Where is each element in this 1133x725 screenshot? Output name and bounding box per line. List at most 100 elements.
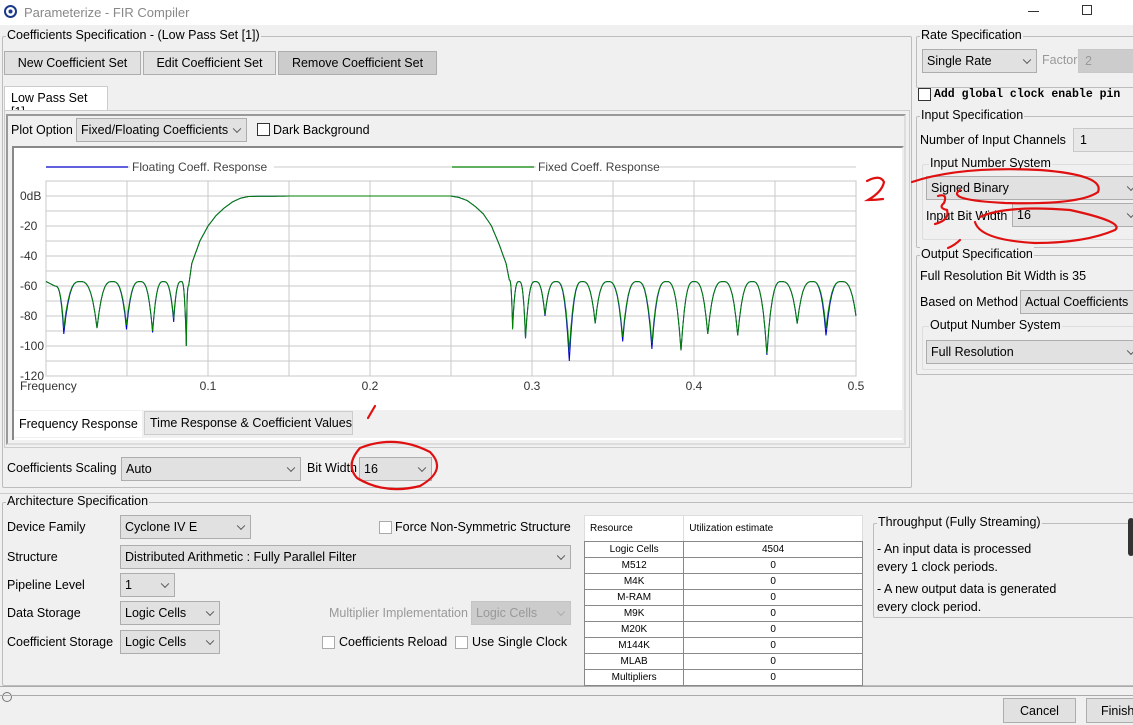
table-header: Resource Utilization estimate: [583, 515, 863, 542]
chevron-down-icon: [1126, 209, 1133, 219]
title-bar: Parameterize - FIR Compiler: [0, 0, 1133, 25]
column-header: Resource: [583, 515, 685, 542]
window-title: Parameterize - FIR Compiler: [24, 5, 190, 20]
utilization-cell: 0: [683, 669, 863, 686]
method-value: Actual Coefficients: [1025, 295, 1129, 309]
utilization-cell: 0: [683, 621, 863, 638]
input-number-system-select[interactable]: Signed Binary: [926, 176, 1133, 200]
method-select[interactable]: Actual Coefficients: [1020, 290, 1133, 314]
pipeline-level-select[interactable]: 1: [120, 573, 175, 597]
finish-button[interactable]: Finish: [1086, 698, 1133, 723]
chevron-down-icon: [1022, 55, 1032, 65]
chevron-down-icon: [236, 521, 246, 531]
data-storage-value: Logic Cells: [125, 606, 187, 620]
resource-cell: MLAB: [583, 653, 685, 670]
minimize-button[interactable]: [1028, 11, 1039, 12]
group-title: Output Number System: [929, 318, 1062, 332]
utilization-cell: 0: [683, 557, 863, 574]
tab-time-response[interactable]: Time Response & Coefficient Values: [144, 411, 353, 435]
structure-label: Structure: [7, 550, 58, 564]
input-bit-width-select[interactable]: 16: [1012, 203, 1133, 227]
clock-enable-checkbox[interactable]: [918, 88, 931, 101]
table-row: M9K 0: [583, 605, 863, 622]
x-tick-label: 0.5: [848, 379, 865, 393]
info-icon: [2, 692, 12, 702]
throughput-line: every clock period.: [877, 600, 982, 614]
structure-select[interactable]: Distributed Arithmetic : Fully Parallel …: [120, 545, 571, 569]
tab-low-pass-set[interactable]: Low Pass Set [1]: [4, 86, 108, 119]
utilization-cell: 0: [683, 573, 863, 590]
factor-input[interactable]: 2: [1078, 49, 1133, 73]
chevron-down-icon: [556, 607, 566, 617]
resource-cell: Logic Cells: [583, 541, 685, 558]
plot-option-value: Fixed/Floating Coefficients: [81, 123, 229, 137]
coefficients-reload-checkbox[interactable]: [322, 636, 335, 649]
group-title: Architecture Specification: [6, 494, 150, 508]
force-non-symmetric-checkbox[interactable]: [379, 521, 392, 534]
legend-label: Floating Coeff. Response: [132, 160, 268, 174]
utilization-cell: 0: [683, 653, 863, 670]
maximize-button[interactable]: [1082, 5, 1092, 15]
pipeline-level-label: Pipeline Level: [7, 578, 85, 592]
clock-enable-label: Add global clock enable pin: [934, 88, 1121, 101]
chevron-down-icon: [1126, 182, 1133, 192]
divider: [0, 695, 1133, 696]
utilization-cell: 0: [683, 589, 863, 606]
y-tick-label: -80: [20, 309, 38, 323]
table-row: M4K 0: [583, 573, 863, 590]
input-number-system-value: Signed Binary: [931, 181, 1009, 195]
use-single-clock-checkbox[interactable]: [455, 636, 468, 649]
x-tick-label: 0.3: [524, 379, 541, 393]
chevron-down-icon: [417, 463, 427, 473]
table-row: M144K 0: [583, 637, 863, 654]
dark-background-checkbox[interactable]: [257, 123, 270, 136]
cancel-button[interactable]: Cancel: [1003, 698, 1076, 723]
output-number-system-select[interactable]: Full Resolution: [926, 340, 1133, 364]
device-family-select[interactable]: Cyclone IV E: [120, 515, 251, 539]
tab-frequency-response[interactable]: Frequency Response: [14, 411, 142, 437]
coefficients-scaling-label: Coefficients Scaling: [7, 461, 117, 475]
pipeline-level-value: 1: [125, 578, 132, 592]
table-row: M512 0: [583, 557, 863, 574]
table-row: Multipliers 0: [583, 669, 863, 686]
input-channels-label: Number of Input Channels: [920, 133, 1066, 147]
divider: [0, 493, 1133, 494]
y-tick-label: -20: [20, 219, 38, 233]
y-tick-label: -40: [20, 249, 38, 263]
dark-background-label: Dark Background: [273, 123, 370, 137]
bit-width-label: Bit Width: [307, 461, 358, 475]
device-family-value: Cyclone IV E: [125, 520, 198, 534]
scrollbar-thumb[interactable]: [1128, 518, 1133, 556]
edit-coefficient-set-button[interactable]: Edit Coefficient Set: [143, 51, 276, 75]
y-tick-label: -60: [20, 279, 38, 293]
chevron-down-icon: [205, 607, 215, 617]
new-coefficient-set-button[interactable]: New Coefficient Set: [4, 51, 141, 75]
table-row: M-RAM 0: [583, 589, 863, 606]
divider: [0, 686, 1133, 687]
utilization-cell: 0: [683, 605, 863, 622]
remove-coefficient-set-button[interactable]: Remove Coefficient Set: [278, 51, 437, 75]
chevron-down-icon: [556, 551, 566, 561]
coefficient-storage-select[interactable]: Logic Cells: [120, 630, 220, 654]
resource-cell: M512: [583, 557, 685, 574]
frequency-response-chart: Floating Coeff. Response Fixed Coeff. Res…: [20, 160, 865, 393]
multiplier-implementation-select[interactable]: Logic Cells: [471, 601, 571, 625]
device-family-label: Device Family: [7, 520, 86, 534]
force-non-symmetric-label: Force Non-Symmetric Structure: [395, 520, 571, 534]
chevron-down-icon: [1126, 346, 1133, 356]
y-tick-label: 0dB: [20, 189, 41, 203]
table-row: M20K 0: [583, 621, 863, 638]
resource-cell: Multipliers: [583, 669, 685, 686]
plot-option-select[interactable]: Fixed/Floating Coefficients: [76, 118, 247, 142]
coefficients-reload-label: Coefficients Reload: [339, 635, 448, 649]
input-channels-input[interactable]: 1: [1073, 128, 1133, 152]
throughput-line: - A new output data is generated: [877, 582, 1057, 596]
bit-width-select[interactable]: 16: [359, 457, 432, 481]
data-storage-select[interactable]: Logic Cells: [120, 601, 220, 625]
coefficients-scaling-select[interactable]: Auto: [121, 457, 301, 481]
resource-cell: M9K: [583, 605, 685, 622]
factor-label: Factor: [1042, 53, 1078, 67]
group-title: Coefficients Specification - (Low Pass S…: [6, 28, 261, 42]
throughput-line: every 1 clock periods.: [877, 560, 998, 574]
rate-select[interactable]: Single Rate: [922, 49, 1037, 73]
